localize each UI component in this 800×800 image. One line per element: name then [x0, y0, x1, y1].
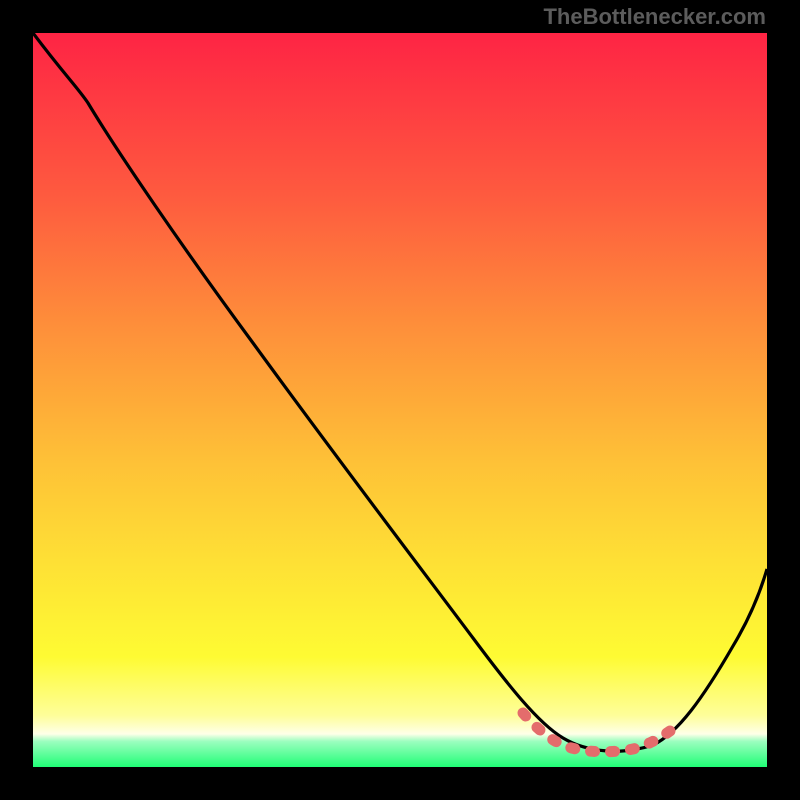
- chart-frame: TheBottlenecker.com: [0, 0, 800, 800]
- highlight-segment: [523, 713, 678, 752]
- bottleneck-curve: [33, 33, 767, 767]
- curve-path: [33, 33, 767, 751]
- attribution-text: TheBottlenecker.com: [543, 4, 766, 30]
- plot-area: [33, 33, 767, 767]
